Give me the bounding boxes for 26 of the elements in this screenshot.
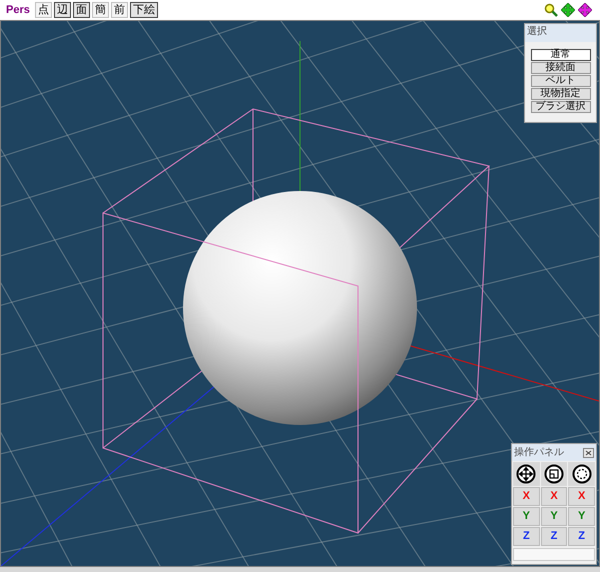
toolbar-button[interactable]: 辺 [54, 2, 71, 18]
close-icon[interactable] [583, 448, 594, 458]
selection-mode-button[interactable]: ブラシ選択 [530, 101, 590, 113]
axis-button[interactable]: Z [540, 527, 568, 546]
scale-tool-button[interactable] [540, 462, 568, 486]
selection-mode-button[interactable]: 通常 [530, 49, 590, 61]
search-icon[interactable] [544, 3, 558, 17]
axis-button[interactable]: Z [513, 527, 540, 546]
panel-title: 選択 [525, 24, 596, 42]
axis-button[interactable]: Y [568, 507, 595, 526]
toolbar-button[interactable]: 下絵 [130, 2, 158, 18]
selection-mode-button[interactable]: ベルト [530, 75, 590, 87]
axis-button[interactable]: Z [568, 527, 595, 546]
selection-mode-button[interactable]: 現物指定 [530, 88, 590, 100]
selection-mode-button[interactable]: 接続面 [530, 62, 590, 74]
rotate-tool-button[interactable] [568, 462, 595, 486]
toolbar-button[interactable]: 前 [110, 2, 128, 18]
axis-button[interactable]: Y [513, 507, 540, 526]
view-mode-label: Pers [6, 2, 30, 18]
toolbar-button[interactable]: 点 [34, 2, 52, 18]
rotate-circle-icon [572, 464, 592, 484]
axis-button[interactable]: Y [540, 507, 568, 526]
move-tool-button[interactable] [513, 462, 540, 486]
panel-title: 操作パネル [514, 446, 564, 460]
toolbar-button[interactable]: 簡 [92, 2, 109, 18]
toolbar-button[interactable]: 面 [72, 2, 90, 18]
